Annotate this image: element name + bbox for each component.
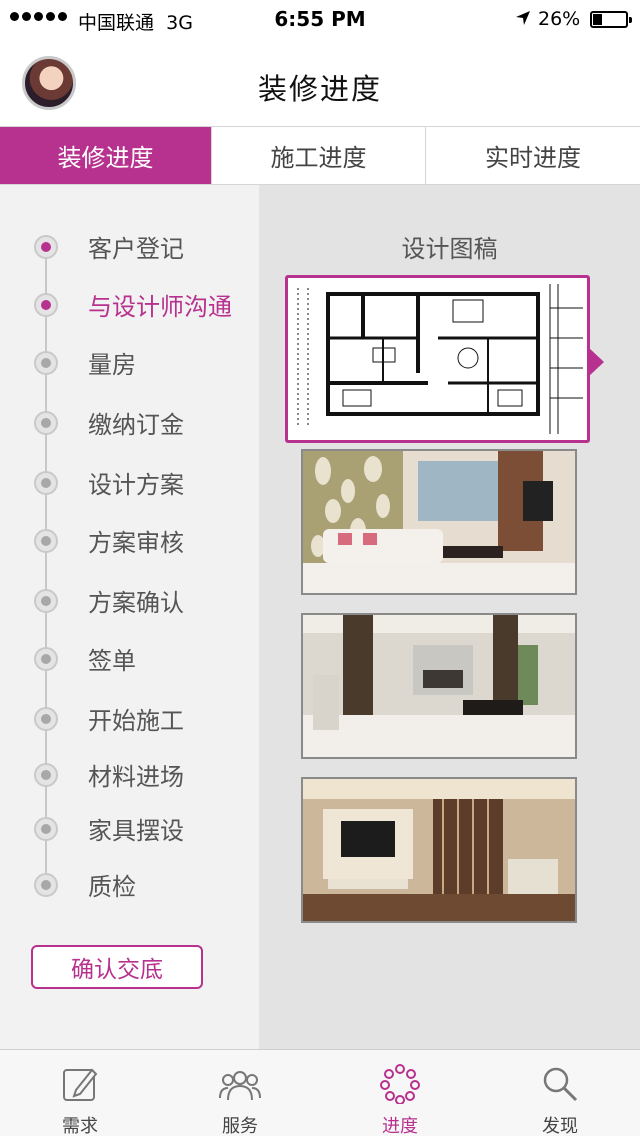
step-label: 方案审核 [88, 529, 184, 557]
timeline-step[interactable]: 家具摆设 [0, 809, 259, 849]
step-status-dot-icon [34, 235, 58, 259]
tabbar-label: 需求 [62, 1116, 98, 1136]
timeline-step[interactable]: 缴纳订金 [0, 403, 259, 443]
open-plan-render-image[interactable] [301, 613, 577, 759]
selected-indicator-arrow [588, 347, 604, 377]
step-status-dot-icon [34, 293, 58, 317]
design-gallery: 设计图稿 [259, 185, 640, 1049]
timeline-step[interactable]: 方案审核 [0, 521, 259, 561]
tabbar-item-services[interactable]: 服务 [160, 1050, 320, 1136]
step-label: 量房 [88, 351, 136, 379]
timeline-step[interactable]: 签单 [0, 639, 259, 679]
step-label: 开始施工 [88, 707, 184, 735]
timeline-step[interactable]: 开始施工 [0, 699, 259, 739]
search-icon [543, 1067, 578, 1102]
timeline-step[interactable]: 量房 [0, 343, 259, 383]
page-title: 装修进度 [257, 72, 382, 106]
bottom-tab-bar: 需求 服务 进度 发现 [0, 1049, 640, 1136]
step-label: 家具摆设 [88, 817, 184, 845]
tabbar-label: 进度 [382, 1116, 418, 1136]
tabbar-item-discover[interactable]: 发现 [480, 1050, 640, 1136]
tab-decoration-progress[interactable]: 装修进度 [0, 127, 212, 184]
tabbar-item-progress[interactable]: 进度 [320, 1050, 480, 1136]
timeline-step[interactable]: 材料进场 [0, 755, 259, 795]
step-status-dot-icon [34, 471, 58, 495]
battery-percent: 26% [538, 8, 581, 30]
step-label: 与设计师沟通 [88, 293, 232, 321]
status-bar: 中国联通 3G 6:55 PM 26% [0, 0, 640, 40]
confirm-handover-button[interactable]: 确认交底 [31, 945, 203, 989]
battery-icon [590, 11, 632, 28]
tab-realtime-progress[interactable]: 实时进度 [426, 127, 640, 184]
step-label: 材料进场 [88, 763, 184, 791]
step-label: 客户登记 [88, 235, 184, 263]
tabbar-item-requirements[interactable]: 需求 [0, 1050, 160, 1136]
step-status-dot-icon [34, 529, 58, 553]
people-icon [219, 1071, 261, 1101]
nav-header: 装修进度 [0, 40, 640, 126]
step-label: 质检 [88, 873, 136, 901]
segment-tabs: 装修进度 施工进度 实时进度 [0, 126, 640, 185]
tv-wall-render-image[interactable] [301, 777, 577, 923]
step-label: 方案确认 [88, 589, 184, 617]
step-label: 签单 [88, 647, 136, 675]
timeline-step[interactable]: 与设计师沟通 [0, 285, 259, 325]
step-status-dot-icon [34, 351, 58, 375]
tabbar-label: 发现 [542, 1116, 578, 1136]
step-status-dot-icon [34, 817, 58, 841]
step-status-dot-icon [34, 589, 58, 613]
gallery-title: 设计图稿 [401, 235, 498, 263]
step-status-dot-icon [34, 707, 58, 731]
timeline-step[interactable]: 质检 [0, 865, 259, 905]
timeline-step[interactable]: 设计方案 [0, 463, 259, 503]
step-status-dot-icon [34, 873, 58, 897]
tab-construction-progress[interactable]: 施工进度 [212, 127, 426, 184]
step-status-dot-icon [34, 647, 58, 671]
step-timeline: 客户登记与设计师沟通 量房缴纳订金设计方案方案审核方案确认签单开始施工材料进场家具… [0, 185, 259, 1049]
progress-ring-icon [380, 1064, 420, 1104]
location-arrow-icon [516, 11, 530, 25]
timeline-step[interactable]: 方案确认 [0, 581, 259, 621]
step-status-dot-icon [34, 411, 58, 435]
step-label: 缴纳订金 [88, 411, 184, 439]
floor-plan-image[interactable] [285, 275, 590, 443]
step-status-dot-icon [34, 763, 58, 787]
living-room-render-image[interactable] [301, 449, 577, 595]
edit-icon [63, 1068, 98, 1101]
timeline-step[interactable]: 客户登记 [0, 227, 259, 267]
step-label: 设计方案 [88, 471, 184, 499]
tabbar-label: 服务 [222, 1116, 258, 1136]
